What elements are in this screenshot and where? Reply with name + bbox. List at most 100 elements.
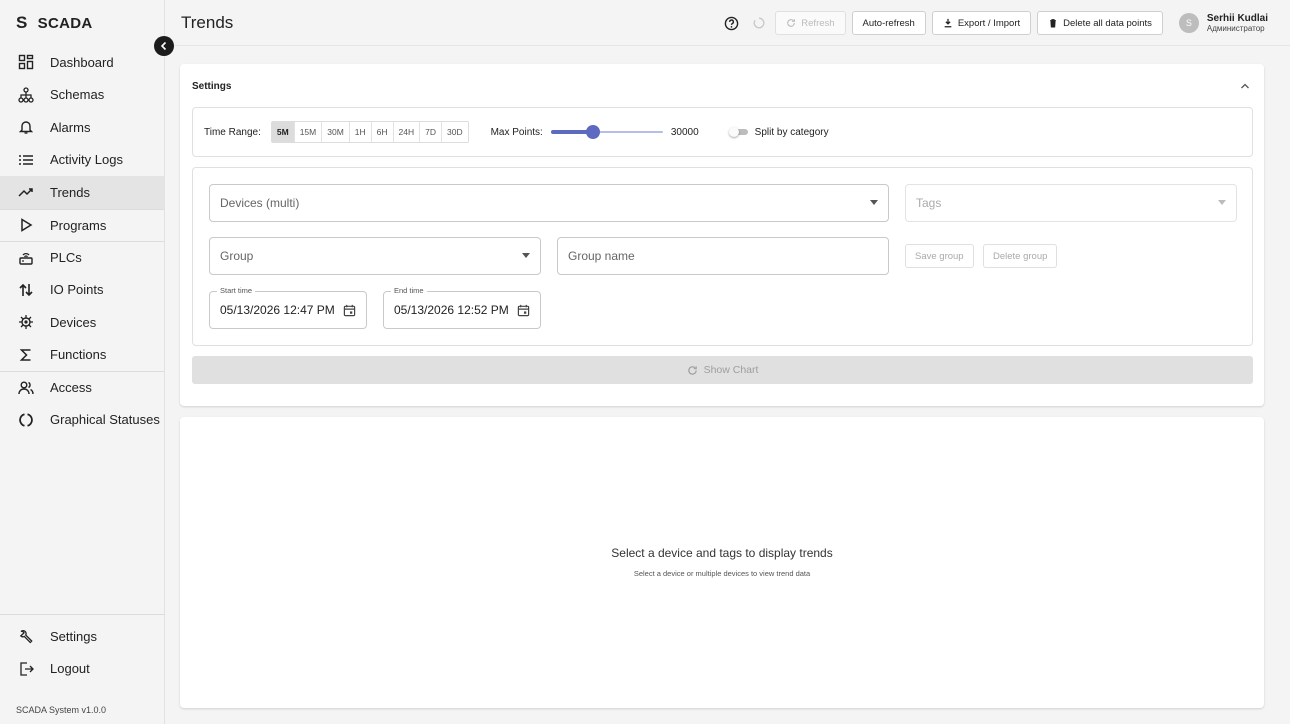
time-range-5m-button[interactable]: 5M xyxy=(271,122,295,142)
end-time-label: End time xyxy=(391,286,427,295)
auto-refresh-button[interactable]: Auto-refresh xyxy=(851,11,926,35)
router-icon xyxy=(16,248,36,268)
wrench-icon xyxy=(16,626,36,646)
group-select[interactable]: Group xyxy=(209,237,541,275)
export-import-button[interactable]: Export / Import xyxy=(931,11,1032,35)
split-by-category-toggle[interactable] xyxy=(728,127,749,137)
sidebar-item-label: Dashboard xyxy=(50,54,114,70)
sidebar-item-label: Alarms xyxy=(50,119,91,135)
collapse-sidebar-button[interactable] xyxy=(154,36,174,56)
trend-icon xyxy=(16,182,36,202)
avatar: S xyxy=(1178,13,1199,33)
user-menu[interactable]: S Serhii Kudlai Администратор xyxy=(1178,13,1268,34)
sidebar-item-label: Logout xyxy=(50,661,90,677)
time-range-7d-button[interactable]: 7D xyxy=(420,122,442,142)
page-title: Trends xyxy=(181,12,234,32)
bell-icon xyxy=(16,117,36,137)
slider-thumb[interactable] xyxy=(586,125,601,139)
max-points-slider[interactable] xyxy=(550,125,663,139)
sidebar-item-alarms[interactable]: Alarms xyxy=(0,111,164,144)
sidebar-bottom: Settings Logout xyxy=(0,614,165,685)
settings-header[interactable]: Settings xyxy=(180,64,1264,108)
refresh-button[interactable]: Refresh xyxy=(775,11,846,35)
sidebar-item-devices[interactable]: Devices xyxy=(0,306,164,339)
save-group-button[interactable]: Save group xyxy=(905,244,974,268)
delete-group-label: Delete group xyxy=(993,250,1048,262)
time-range-6h-button[interactable]: 6H xyxy=(372,122,394,142)
group-name-input[interactable]: Group name xyxy=(557,237,889,275)
delete-all-label: Delete all data points xyxy=(1063,17,1152,29)
sidebar-item-label: Schemas xyxy=(50,87,105,103)
sidebar-item-settings[interactable]: Settings xyxy=(0,620,165,653)
people-icon xyxy=(16,378,36,398)
sidebar-item-label: IO Points xyxy=(50,282,104,298)
sidebar-item-dashboard[interactable]: Dashboard xyxy=(0,46,164,79)
delete-group-button[interactable]: Delete group xyxy=(983,244,1058,268)
sidebar-item-programs[interactable]: Programs xyxy=(0,208,164,242)
refresh-icon xyxy=(687,365,697,375)
calendar-icon[interactable] xyxy=(517,304,530,317)
tags-select[interactable]: Tags xyxy=(905,184,1237,222)
sidebar-item-label: Access xyxy=(50,380,92,396)
sidebar: S SCADA Dashboard Schemas Alarms Activit… xyxy=(0,0,165,724)
loading-icon xyxy=(749,13,769,33)
sidebar-item-plcs[interactable]: PLCs xyxy=(0,241,164,274)
circle-icon xyxy=(16,410,36,430)
sidebar-item-label: Functions xyxy=(50,347,107,363)
show-chart-button[interactable]: Show Chart xyxy=(192,356,1253,384)
sidebar-item-logout[interactable]: Logout xyxy=(0,653,165,686)
time-range-30m-button[interactable]: 30M xyxy=(322,122,350,142)
sidebar-item-io-points[interactable]: IO Points xyxy=(0,274,164,307)
group-name-placeholder: Group name xyxy=(568,249,635,263)
time-range-1h-button[interactable]: 1H xyxy=(350,122,372,142)
delete-all-data-points-button[interactable]: Delete all data points xyxy=(1037,11,1163,35)
auto-refresh-label: Auto-refresh xyxy=(862,17,915,29)
sidebar-item-functions[interactable]: Functions xyxy=(0,339,164,372)
logout-icon xyxy=(16,659,36,679)
time-range-buttons: 5M 15M 30M 1H 6H 24H 7D 30D xyxy=(270,121,469,143)
chevron-up-icon[interactable] xyxy=(1238,79,1252,93)
brand-name: SCADA xyxy=(37,14,93,32)
sidebar-item-label: Programs xyxy=(50,217,107,233)
trash-icon xyxy=(1050,19,1057,28)
app-version: SCADA System v1.0.0 xyxy=(16,705,107,715)
chart-area: Select a device and tags to display tren… xyxy=(180,417,1264,708)
start-time-label: Start time xyxy=(217,286,256,295)
sidebar-item-schemas[interactable]: Schemas xyxy=(0,79,164,112)
brand[interactable]: S SCADA xyxy=(0,0,164,46)
split-by-category-label: Split by category xyxy=(754,126,829,138)
dropdown-arrow-icon xyxy=(522,253,530,258)
export-import-label: Export / Import xyxy=(957,17,1021,29)
show-chart-label: Show Chart xyxy=(703,364,759,376)
io-icon xyxy=(16,280,36,300)
brand-logo: S xyxy=(16,13,28,32)
end-time-field[interactable]: End time 05/13/2026 12:52 PM xyxy=(383,286,541,329)
dropdown-arrow-icon xyxy=(1218,200,1226,205)
end-time-value: 05/13/2026 12:52 PM xyxy=(394,303,509,317)
sidebar-item-label: Settings xyxy=(50,628,97,644)
refresh-label: Refresh xyxy=(801,17,835,29)
download-icon xyxy=(944,18,952,28)
refresh-icon xyxy=(787,19,796,27)
sidebar-item-activity-logs[interactable]: Activity Logs xyxy=(0,144,164,177)
time-range-15m-button[interactable]: 15M xyxy=(295,122,323,142)
time-range-24h-button[interactable]: 24H xyxy=(394,122,421,142)
header-actions: Refresh Auto-refresh Export / Import Del… xyxy=(713,0,1290,46)
sidebar-item-access[interactable]: Access xyxy=(0,371,164,404)
dashboard-icon xyxy=(16,52,36,72)
sidebar-item-label: PLCs xyxy=(50,250,82,266)
max-points-label: Max Points: xyxy=(490,126,543,138)
user-info: Serhii Kudlai Администратор xyxy=(1207,13,1268,34)
sigma-icon xyxy=(16,345,36,365)
dropdown-arrow-icon xyxy=(870,200,878,205)
sidebar-item-graphical-statuses[interactable]: Graphical Statuses xyxy=(0,404,164,437)
devices-select[interactable]: Devices (multi) xyxy=(209,184,889,222)
help-icon[interactable] xyxy=(721,13,741,33)
start-time-field[interactable]: Start time 05/13/2026 12:47 PM xyxy=(209,286,367,329)
user-role: Администратор xyxy=(1206,24,1265,34)
time-range-30d-button[interactable]: 30D xyxy=(442,122,468,142)
calendar-icon[interactable] xyxy=(343,304,356,317)
sidebar-nav: Dashboard Schemas Alarms Activity Logs T… xyxy=(0,46,164,436)
sidebar-item-trends[interactable]: Trends xyxy=(0,176,164,209)
group-placeholder: Group xyxy=(220,249,254,263)
